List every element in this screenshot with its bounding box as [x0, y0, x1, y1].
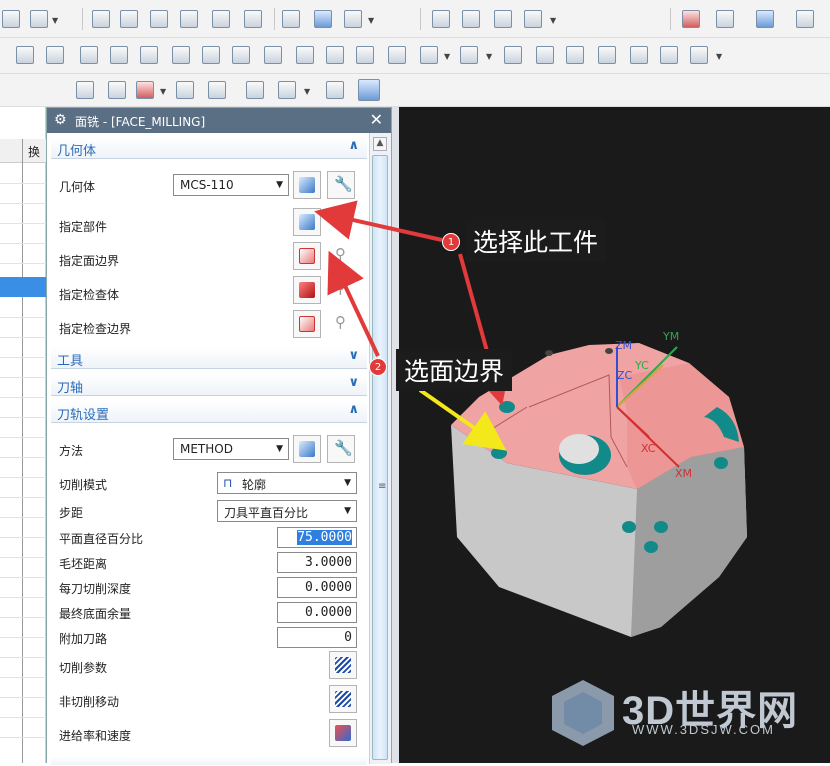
callout-2-badge: 2: [369, 358, 387, 376]
watermark-url: WWW.3DSJW.COM: [632, 722, 775, 737]
callout-1-badge: 1: [442, 233, 460, 251]
arrow-to-part-button: [314, 200, 443, 242]
callout-2-text: 选面边界: [396, 349, 513, 391]
arrow-to-face-boundary-button: [327, 250, 380, 357]
callout-1-text: 选择此工件: [465, 220, 607, 262]
arrow-to-top-face: [418, 388, 507, 451]
watermark-logo-icon: [552, 680, 614, 746]
